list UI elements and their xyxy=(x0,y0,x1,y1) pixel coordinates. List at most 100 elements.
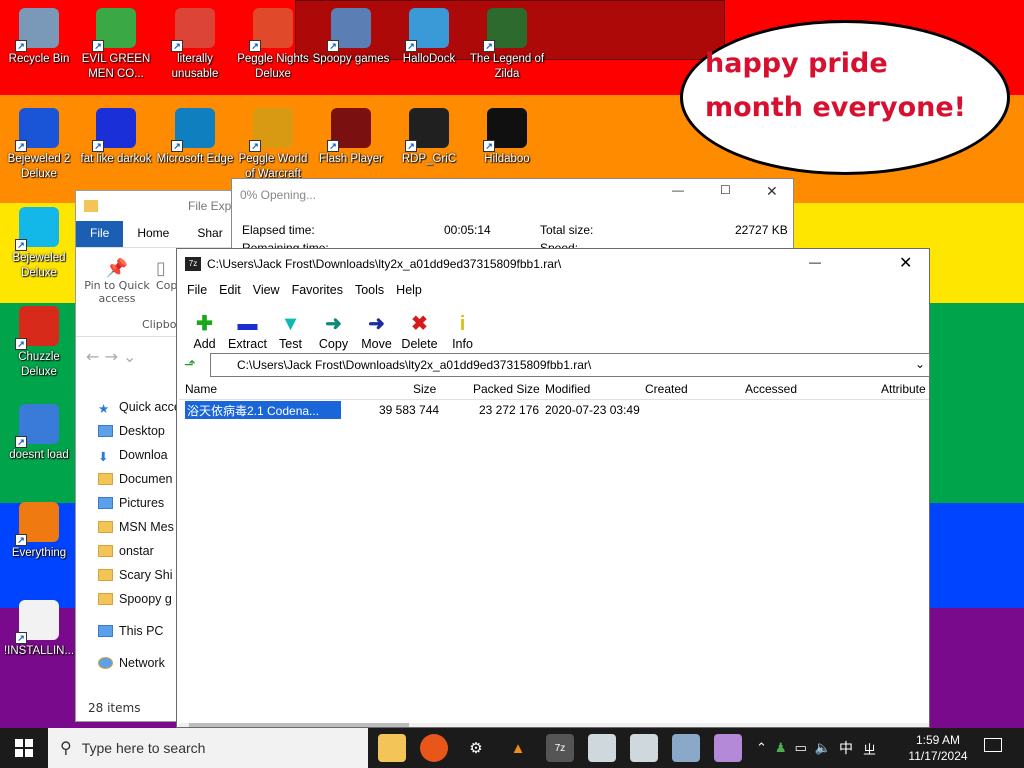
sidebar-item[interactable]: This PC xyxy=(98,619,181,643)
table-row[interactable]: 浴天依病毒2.1 Codena... 39 583 744 23 272 176… xyxy=(179,401,929,419)
sidebar-item[interactable]: Spoopy g xyxy=(98,587,181,611)
close-button[interactable]: ✕ xyxy=(899,253,912,273)
file-explorer-taskbar-icon[interactable] xyxy=(378,734,406,762)
desktop-icon[interactable]: ↗ doesnt load xyxy=(0,404,78,463)
volume-icon[interactable]: 🔈 xyxy=(815,740,831,756)
network-person-icon[interactable]: ♟ xyxy=(775,740,787,756)
col-created[interactable]: Created xyxy=(645,382,688,396)
desktop-icon[interactable]: ↗ Recycle Bin xyxy=(0,8,78,67)
progress-dialog[interactable]: 0% Opening... — ☐ ✕ Elapsed time: 00:05:… xyxy=(231,178,794,255)
menu-edit[interactable]: Edit xyxy=(213,281,247,299)
desktop-icon[interactable]: ↗ !INSTALLIN... xyxy=(0,600,78,659)
col-packed[interactable]: Packed Size xyxy=(473,382,540,396)
minimize-button[interactable]: — xyxy=(672,183,684,197)
desktop-icon[interactable]: ↗ EVIL GREEN MEN CO... xyxy=(77,8,155,82)
desktop-icon-label: doesnt load xyxy=(9,449,69,461)
row-name[interactable]: 浴天依病毒2.1 Codena... xyxy=(185,401,341,419)
desktop-icon[interactable]: ↗ Flash Player xyxy=(312,108,390,167)
7zip-window[interactable]: 7z C:\Users\Jack Frost\Downloads\lty2x_a… xyxy=(176,248,930,728)
recycle-bin-icon: ↗ xyxy=(15,8,59,52)
menu-help[interactable]: Help xyxy=(390,281,428,299)
move-button[interactable]: ➜ Move xyxy=(355,311,398,351)
copy-button[interactable]: ➜ Copy xyxy=(312,311,355,351)
up-folder-icon[interactable]: ⬏ xyxy=(184,356,196,373)
col-name[interactable]: Name xyxy=(185,382,217,396)
desktop-icon[interactable]: ↗ fat like darkok xyxy=(77,108,155,167)
menu-tools[interactable]: Tools xyxy=(349,281,390,299)
desktop-icon[interactable]: ↗ Everything xyxy=(0,502,78,561)
character-taskbar-icon[interactable] xyxy=(714,734,742,762)
chevron-up-icon[interactable]: ⌃ xyxy=(756,740,767,756)
sidebar-item-label: Quick acce xyxy=(119,400,181,414)
list-header: Name Size Packed Size Modified Created A… xyxy=(179,378,929,400)
yashma-icon: ↗ xyxy=(483,108,527,152)
7zip-titlebar[interactable]: 7z C:\Users\Jack Frost\Downloads\lty2x_a… xyxy=(177,249,929,279)
desktop-icon[interactable]: ↗ Peggle Nights Deluxe xyxy=(234,8,312,82)
desktop-icon[interactable]: ↗ Bejeweled Deluxe xyxy=(0,207,78,281)
nav-arrows[interactable]: ← → ⌄ xyxy=(86,347,136,366)
close-button[interactable]: ✕ xyxy=(766,183,778,200)
add-button[interactable]: ✚ Add xyxy=(183,311,226,351)
computer-taskbar-icon[interactable] xyxy=(672,734,700,762)
search-box[interactable]: ⚲ Type here to search xyxy=(48,728,368,768)
col-size[interactable]: Size xyxy=(413,382,436,396)
7zip-taskbar-icon[interactable]: 7z xyxy=(546,734,574,762)
desktop-icon[interactable]: ↗ HalloDock xyxy=(390,8,468,67)
vlc-taskbar-icon[interactable]: ▲ xyxy=(504,734,532,762)
col-attribute[interactable]: Attribute xyxy=(881,382,926,396)
ime-indicator[interactable]: 中 xyxy=(839,738,853,758)
shortcut-arrow-icon: ↗ xyxy=(92,140,104,152)
pin-button[interactable]: 📌 Pin to Quick access xyxy=(82,258,152,305)
desktop-icon[interactable]: ↗ Bejeweled 2 Deluxe xyxy=(0,108,78,182)
desktop-icon[interactable]: ↗ Peggle World of Warcraft xyxy=(234,108,312,182)
sidebar-item[interactable]: ★ Quick acce xyxy=(98,395,181,419)
horizontal-scrollbar[interactable] xyxy=(179,723,929,727)
clock[interactable]: 1:59 AM 11/17/2024 xyxy=(900,732,976,764)
windows-icon xyxy=(15,739,33,757)
tab-file[interactable]: File xyxy=(76,221,124,247)
sidebar-item[interactable]: onstar xyxy=(98,539,181,563)
chevron-down-icon[interactable]: ⌄ xyxy=(915,357,925,371)
sidebar-item[interactable]: Scary Shi xyxy=(98,563,181,587)
notification-icon[interactable] xyxy=(984,738,1002,752)
toolbar-button-label: Add xyxy=(193,337,216,351)
desktop-icon[interactable]: ↗ RDP_GriC xyxy=(390,108,468,167)
extract-button[interactable]: ▬ Extract xyxy=(226,311,269,351)
minimize-button[interactable]: — xyxy=(809,255,821,269)
info-button[interactable]: i Info xyxy=(441,311,484,351)
desktop-icon[interactable]: ↗ Microsoft Edge xyxy=(156,108,234,167)
ime-mode-indicator[interactable]: ㄓ xyxy=(863,739,876,758)
maximize-button[interactable]: ☐ xyxy=(720,183,731,197)
network-icon[interactable]: ▭ xyxy=(795,740,807,756)
tab-share[interactable]: Shar xyxy=(183,221,236,247)
desktop-icon[interactable]: ↗ Hildaboo xyxy=(468,108,546,167)
sidebar-item[interactable]: Network xyxy=(98,651,181,675)
settings-gear-icon[interactable]: ⚙ xyxy=(462,734,490,762)
sidebar-item[interactable]: Documen xyxy=(98,467,181,491)
menu-file[interactable]: File xyxy=(181,281,213,299)
sidebar-item[interactable]: Desktop xyxy=(98,419,181,443)
sidebar-item[interactable]: MSN Mes xyxy=(98,515,181,539)
menu-favorites[interactable]: Favorites xyxy=(286,281,349,299)
desktop-icon[interactable]: ↗ literally unusable xyxy=(156,8,234,82)
shortcut-arrow-icon: ↗ xyxy=(15,338,27,350)
desktop-icon[interactable]: ↗ The Legend of Zilda xyxy=(468,8,546,82)
address-bar[interactable]: C:\Users\Jack Frost\Downloads\lty2x_a01d… xyxy=(210,353,930,377)
sidebar-item[interactable]: ⬇ Downloa xyxy=(98,443,181,467)
window-taskbar-icon-2[interactable] xyxy=(630,734,658,762)
delete-button[interactable]: ✖ Delete xyxy=(398,311,441,351)
firefox-taskbar-icon[interactable] xyxy=(420,734,448,762)
window-taskbar-icon-1[interactable] xyxy=(588,734,616,762)
desktop-icon[interactable]: ↗ Chuzzle Deluxe xyxy=(0,306,78,380)
start-button[interactable] xyxy=(0,728,48,768)
scrollbar-thumb[interactable] xyxy=(189,723,409,727)
col-modified[interactable]: Modified xyxy=(545,382,590,396)
menu-view[interactable]: View xyxy=(247,281,286,299)
desktop-icon[interactable]: ↗ Spoopy games xyxy=(312,8,390,67)
tab-home[interactable]: Home xyxy=(123,221,183,247)
col-accessed[interactable]: Accessed xyxy=(745,382,797,396)
test-button[interactable]: ▼ Test xyxy=(269,311,312,351)
extract-icon: ▬ xyxy=(237,313,258,335)
copy-button[interactable]: ▯ Cop xyxy=(156,258,177,292)
sidebar-item[interactable]: Pictures xyxy=(98,491,181,515)
